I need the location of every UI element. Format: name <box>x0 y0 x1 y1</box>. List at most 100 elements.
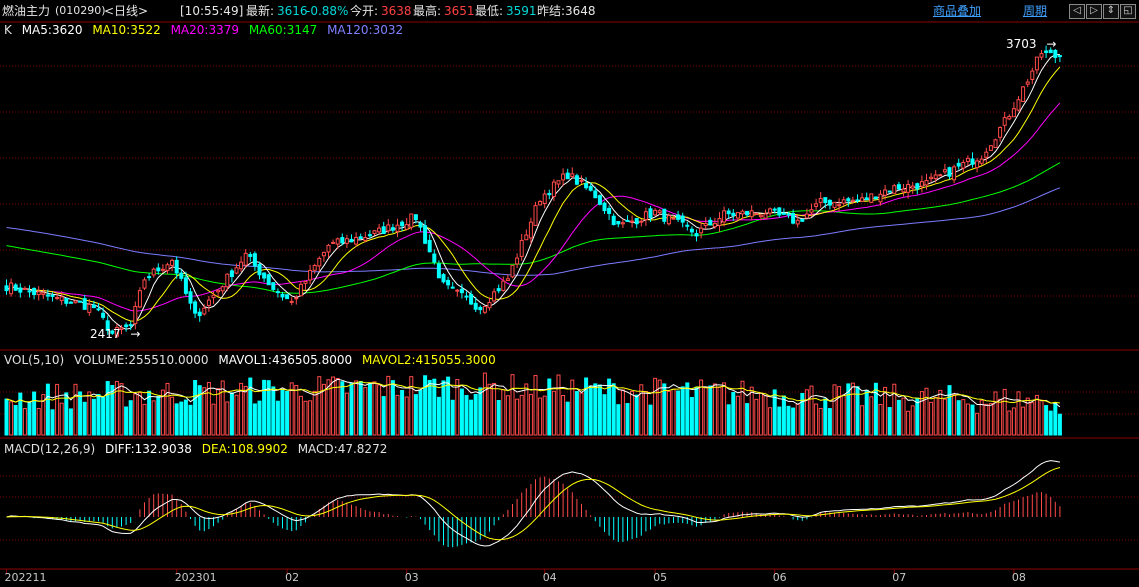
volume-bar <box>643 390 648 436</box>
candle-body <box>294 297 299 300</box>
kline-chart[interactable] <box>0 0 1139 587</box>
candle-body <box>588 185 593 191</box>
candle-body <box>225 273 230 288</box>
volume-bar <box>777 406 782 436</box>
candle-body <box>501 280 506 291</box>
candle-body <box>252 253 257 267</box>
candle-body <box>386 224 391 232</box>
volume-bar <box>915 397 920 436</box>
candle-body <box>59 296 64 301</box>
candle-body <box>432 253 437 263</box>
volume-bar <box>22 408 27 436</box>
volume-bar <box>832 384 837 436</box>
candle-body <box>643 211 648 221</box>
candle-body <box>441 274 446 283</box>
volume-bar <box>860 405 865 436</box>
candle-body <box>648 208 653 218</box>
candle-body <box>515 257 520 265</box>
volume-bar <box>229 392 234 436</box>
volume-bar <box>9 401 14 436</box>
candle-body <box>611 215 616 225</box>
volume-bar <box>869 396 874 436</box>
mavol2-value: MAVOL2:415055.3000 <box>361 353 496 367</box>
candle-body <box>9 282 14 295</box>
volume-bar <box>188 404 193 436</box>
candle-body <box>151 268 156 276</box>
candle-body <box>308 269 313 281</box>
volume-bar <box>344 392 349 436</box>
candle-body <box>312 265 317 271</box>
volume-bar <box>938 389 943 436</box>
candle-body <box>947 167 952 177</box>
volume-bar <box>174 403 179 436</box>
x-axis-label: 02 <box>285 571 300 584</box>
candle-body <box>289 300 294 303</box>
volume-bar <box>597 384 602 436</box>
candle-body <box>496 288 501 292</box>
volume-bar <box>731 391 736 436</box>
candle-body <box>662 208 667 222</box>
candle-body <box>206 299 211 306</box>
macd-title: MACD(12,26,9) <box>4 442 96 456</box>
volume-bar <box>64 392 69 436</box>
volume-bar <box>906 410 911 436</box>
candle-body <box>929 176 934 180</box>
candle-body <box>860 197 865 202</box>
volume-bar <box>947 385 952 436</box>
volume-bar <box>574 391 579 436</box>
candle-body <box>473 302 478 310</box>
volume-bar <box>170 396 175 436</box>
candle-body <box>147 276 152 279</box>
candle-body <box>689 228 694 233</box>
volume-bar <box>841 394 846 436</box>
candle-body <box>280 293 285 298</box>
candle-body <box>634 217 639 225</box>
candle-body <box>864 197 869 201</box>
candle-body <box>777 207 782 216</box>
volume-bar <box>671 388 676 436</box>
candle-body <box>482 305 487 313</box>
candle-body <box>133 305 138 325</box>
candle-body <box>781 212 786 215</box>
volume-bar <box>551 390 556 436</box>
volume-bar <box>768 407 773 436</box>
volume-bar <box>432 378 437 436</box>
volume-bar <box>984 403 989 436</box>
volume-bar <box>634 394 639 436</box>
candle-body <box>584 183 589 189</box>
volume-bar <box>717 386 722 436</box>
volume-bar <box>436 396 441 436</box>
candle-body <box>915 183 920 190</box>
volume-bar <box>625 403 630 436</box>
volume-bar <box>59 402 64 436</box>
volume-bar <box>473 393 478 436</box>
volume-bar <box>27 402 32 436</box>
candle-body <box>459 288 464 294</box>
volume-bar <box>400 390 405 436</box>
volume-bar <box>528 393 533 436</box>
volume-bar <box>864 389 869 436</box>
candle-body <box>919 181 924 187</box>
volume-bar <box>703 386 708 436</box>
candle-body <box>358 236 363 240</box>
volume-bar <box>823 398 828 436</box>
volume-bar <box>101 396 106 436</box>
candle-body <box>924 180 929 186</box>
candle-body <box>505 278 510 282</box>
candle-body <box>160 268 165 271</box>
candle-body <box>78 300 83 303</box>
volume-bar <box>1021 406 1026 436</box>
candle-body <box>156 267 161 272</box>
candle-body <box>188 291 193 304</box>
volume-bar <box>616 404 621 436</box>
candle-body <box>556 180 561 185</box>
volume-bar <box>993 391 998 436</box>
volume-bar <box>588 385 593 436</box>
candle-body <box>883 189 888 196</box>
diff-line <box>6 460 1060 547</box>
volume-bar <box>404 396 409 436</box>
volume-bar <box>910 405 915 436</box>
volume-bar <box>685 382 690 436</box>
candle-body <box>1016 99 1021 111</box>
volume-bar <box>708 385 713 436</box>
